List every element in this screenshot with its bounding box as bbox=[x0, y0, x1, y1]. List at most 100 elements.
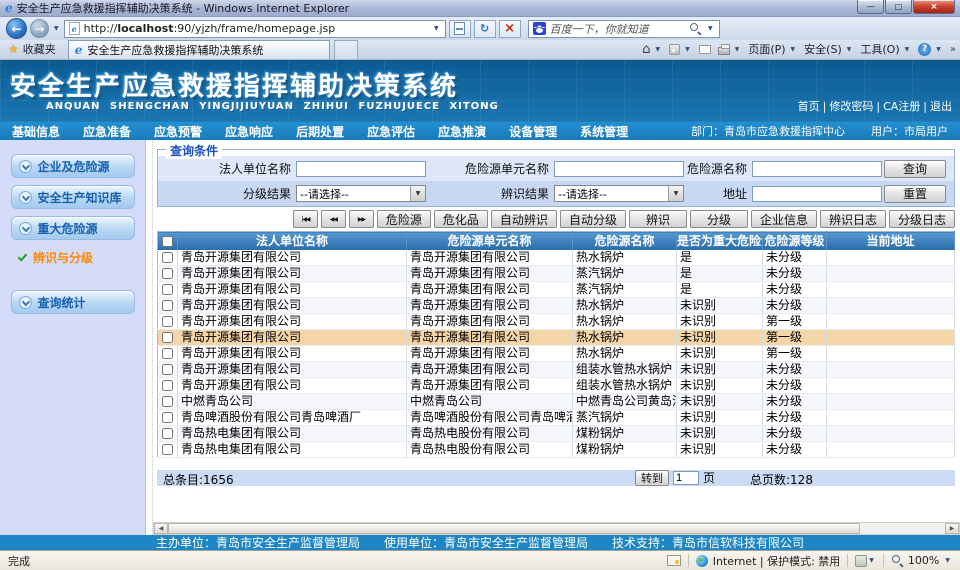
row-checkbox[interactable] bbox=[162, 284, 173, 295]
sidebar-item-identify-grade[interactable]: 辨识与分级 bbox=[0, 247, 145, 268]
sidebar-item-major-hazard[interactable]: 重大危险源 bbox=[11, 216, 135, 240]
table-row[interactable]: 青岛开源集团有限公司青岛开源集团有限公司热水锅炉未识别第一级 bbox=[158, 330, 955, 346]
identify-result-select[interactable]: --请选择-- ▼ bbox=[554, 185, 684, 202]
grade-result-select[interactable]: --请选择-- ▼ bbox=[296, 185, 426, 202]
nav-next-button[interactable]: ▶▶ bbox=[349, 210, 374, 228]
menu-emergency-drill[interactable]: 应急推演 bbox=[432, 123, 503, 140]
link-logout[interactable]: 退出 bbox=[930, 98, 952, 114]
table-row[interactable]: 中燃青岛公司中燃青岛公司中燃青岛公司黄岛油库锅炉未识别未分级 bbox=[158, 394, 955, 410]
hazard-unit-input[interactable] bbox=[554, 161, 684, 177]
sidebar-item-knowledge-base[interactable]: 安全生产知识库 bbox=[11, 185, 135, 209]
row-checkbox[interactable] bbox=[162, 444, 173, 455]
grade-log-button[interactable]: 分级日志 bbox=[889, 210, 955, 228]
search-box[interactable]: 百度一下，你就知道 ▼ bbox=[528, 20, 720, 38]
url-dropdown-icon[interactable]: ▼ bbox=[432, 25, 441, 32]
grade-button[interactable]: 分级 bbox=[690, 210, 748, 228]
row-checkbox[interactable] bbox=[162, 268, 173, 279]
hazard-source-button[interactable]: 危险源 bbox=[377, 210, 431, 228]
link-home[interactable]: 首页 bbox=[798, 98, 820, 114]
tools-menu[interactable]: 工具(O)▼ bbox=[860, 41, 911, 57]
menu-emergency-warning[interactable]: 应急预警 bbox=[148, 123, 219, 140]
sidebar-item-query-stats[interactable]: 查询统计 bbox=[11, 290, 135, 314]
compatibility-view-button[interactable] bbox=[449, 20, 471, 38]
refresh-button[interactable]: ↻ bbox=[474, 20, 496, 38]
search-icon[interactable] bbox=[689, 22, 702, 35]
print-button[interactable]: ▼ bbox=[718, 44, 742, 55]
row-checkbox[interactable] bbox=[162, 332, 173, 343]
row-checkbox[interactable] bbox=[162, 252, 173, 263]
table-row[interactable]: 青岛热电集团有限公司青岛热电股份有限公司煤粉锅炉未识别未分级 bbox=[158, 442, 955, 458]
table-row[interactable]: 青岛开源集团有限公司青岛开源集团有限公司蒸汽锅炉是未分级 bbox=[158, 266, 955, 282]
nav-prev-button[interactable]: ◀◀ bbox=[321, 210, 346, 228]
more-commands-chevron[interactable]: » bbox=[950, 44, 956, 55]
menu-emergency-prep[interactable]: 应急准备 bbox=[77, 123, 148, 140]
table-row[interactable]: 青岛开源集团有限公司青岛开源集团有限公司热水锅炉未识别第一级 bbox=[158, 314, 955, 330]
minimize-button[interactable]: — bbox=[857, 0, 884, 14]
nav-first-button[interactable]: |◀◀ bbox=[293, 210, 318, 228]
new-tab-stub[interactable] bbox=[334, 40, 358, 59]
sidebar-item-enterprise-hazard[interactable]: 企业及危险源 bbox=[11, 154, 135, 178]
goto-page-button[interactable]: 转到 bbox=[635, 470, 669, 486]
table-row[interactable]: 青岛开源集团有限公司青岛开源集团有限公司热水锅炉是未分级 bbox=[158, 250, 955, 266]
favorites-button[interactable]: ★ 收藏夹 bbox=[4, 41, 64, 59]
menu-emergency-response[interactable]: 应急响应 bbox=[219, 123, 290, 140]
feeds-button[interactable]: ▼ bbox=[669, 44, 692, 55]
hazard-name-input[interactable] bbox=[752, 161, 882, 177]
url-field[interactable]: e http://localhost:90/yjzh/frame/homepag… bbox=[64, 20, 446, 38]
page-menu[interactable]: 页面(P)▼ bbox=[748, 41, 797, 57]
row-checkbox[interactable] bbox=[162, 428, 173, 439]
row-checkbox[interactable] bbox=[162, 300, 173, 311]
search-button[interactable]: 查询 bbox=[884, 160, 946, 178]
scrollbar-track[interactable] bbox=[860, 523, 945, 534]
active-tab[interactable]: e 安全生产应急救援指挥辅助决策系统 bbox=[68, 40, 330, 59]
identify-log-button[interactable]: 辨识日志 bbox=[820, 210, 886, 228]
row-checkbox[interactable] bbox=[162, 316, 173, 327]
identify-button[interactable]: 辨识 bbox=[629, 210, 687, 228]
reset-button[interactable]: 重置 bbox=[884, 185, 946, 203]
page-number-input[interactable] bbox=[673, 471, 699, 485]
search-dropdown-icon[interactable]: ▼ bbox=[706, 25, 715, 32]
menu-system-mgmt[interactable]: 系统管理 bbox=[574, 123, 645, 140]
enterprise-info-button[interactable]: 企业信息 bbox=[751, 210, 817, 228]
menu-equipment-mgmt[interactable]: 设备管理 bbox=[503, 123, 574, 140]
help-menu[interactable]: ?▼ bbox=[918, 43, 943, 56]
row-checkbox[interactable] bbox=[162, 364, 173, 375]
zoom-control[interactable]: 100% ▼ bbox=[891, 554, 952, 567]
stop-button[interactable]: × bbox=[499, 20, 521, 38]
address-input[interactable] bbox=[752, 186, 882, 202]
menu-basic-info[interactable]: 基础信息 bbox=[6, 123, 77, 140]
table-row[interactable]: 青岛热电集团有限公司青岛热电股份有限公司煤粉锅炉未识别未分级 bbox=[158, 426, 955, 442]
back-button[interactable]: ← bbox=[6, 18, 27, 39]
menu-post-disposal[interactable]: 后期处置 bbox=[290, 123, 361, 140]
corp-name-input[interactable] bbox=[296, 161, 426, 177]
history-dropdown-icon[interactable]: ▼ bbox=[52, 25, 61, 32]
auto-identify-button[interactable]: 自动辨识 bbox=[491, 210, 557, 228]
row-checkbox[interactable] bbox=[162, 348, 173, 359]
table-row[interactable]: 青岛开源集团有限公司青岛开源集团有限公司热水锅炉未识别未分级 bbox=[158, 298, 955, 314]
link-ca-register[interactable]: CA注册 bbox=[883, 98, 920, 114]
table-row[interactable]: 青岛开源集团有限公司青岛开源集团有限公司组装水管热水锅炉未识别未分级 bbox=[158, 378, 955, 394]
table-row[interactable]: 青岛啤酒股份有限公司青岛啤酒厂青岛啤酒股份有限公司青岛啤酒厂蒸汽锅炉未识别未分级 bbox=[158, 410, 955, 426]
hazardous-chem-button[interactable]: 危化品 bbox=[434, 210, 488, 228]
maximize-button[interactable]: □ bbox=[885, 0, 912, 14]
row-checkbox[interactable] bbox=[162, 396, 173, 407]
row-checkbox[interactable] bbox=[162, 380, 173, 391]
table-row[interactable]: 青岛开源集团有限公司青岛开源集团有限公司蒸汽锅炉是未分级 bbox=[158, 282, 955, 298]
link-change-password[interactable]: 修改密码 bbox=[829, 98, 873, 114]
safety-menu[interactable]: 安全(S)▼ bbox=[804, 41, 853, 57]
row-checkbox[interactable] bbox=[162, 412, 173, 423]
protection-dropdown-icon[interactable]: ▼ bbox=[867, 557, 876, 564]
scroll-left-arrow[interactable]: ◀ bbox=[154, 523, 168, 534]
forward-button[interactable]: → bbox=[30, 19, 49, 38]
auto-grade-button[interactable]: 自动分级 bbox=[560, 210, 626, 228]
table-row[interactable]: 青岛开源集团有限公司青岛开源集团有限公司热水锅炉未识别第一级 bbox=[158, 346, 955, 362]
security-report-icon[interactable] bbox=[667, 555, 681, 566]
menu-emergency-evaluation[interactable]: 应急评估 bbox=[361, 123, 432, 140]
read-mail-button[interactable] bbox=[699, 45, 711, 54]
scrollbar-thumb[interactable] bbox=[168, 523, 860, 534]
select-all-checkbox[interactable] bbox=[162, 236, 173, 247]
table-row[interactable]: 青岛开源集团有限公司青岛开源集团有限公司组装水管热水锅炉未识别未分级 bbox=[158, 362, 955, 378]
scroll-right-arrow[interactable]: ▶ bbox=[945, 523, 959, 534]
home-button[interactable]: ⌂▼ bbox=[642, 43, 662, 56]
protection-icon[interactable] bbox=[855, 555, 867, 567]
